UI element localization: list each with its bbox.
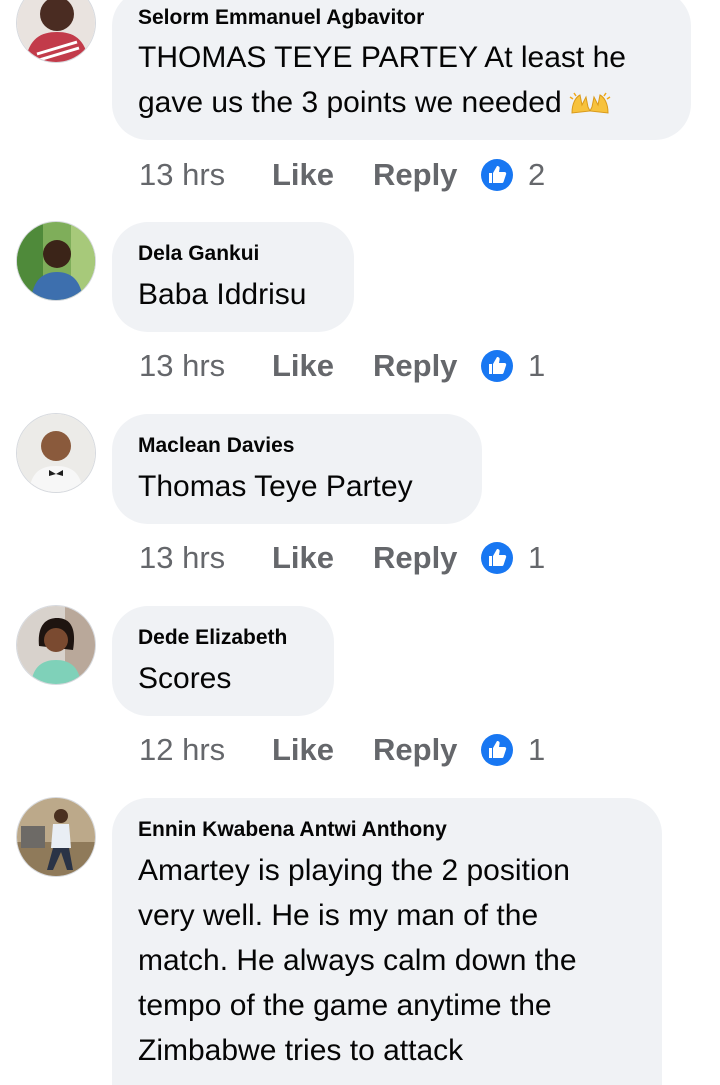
comment-text: Thomas Teye Partey (138, 464, 413, 509)
comment-meta: 13 hrs Like Reply 2 (0, 157, 720, 197)
avatar[interactable] (17, 606, 95, 684)
reaction-count[interactable]: 1 (528, 540, 545, 576)
comment-line: Scores (138, 662, 232, 695)
comment-meta: 12 hrs Like Reply 1 (0, 732, 720, 772)
comment-line: Zimbabwe tries to attack (138, 1034, 464, 1067)
comment-meta: 13 hrs Like Reply 1 (0, 540, 720, 580)
reply-button[interactable]: Reply (373, 540, 457, 576)
comment-bubble: Ennin Kwabena Antwi Anthony Amartey is p… (112, 798, 662, 1085)
comment-meta: 13 hrs Like Reply 1 (0, 348, 720, 388)
comment-line: THOMAS TEYE PARTEY At least he (138, 41, 626, 74)
comment-line-with-emoji: gave us the 3 points we needed (138, 80, 626, 125)
like-button[interactable]: Like (272, 732, 334, 768)
comment-thread: Selorm Emmanuel Agbavitor THOMAS TEYE PA… (0, 0, 720, 1085)
avatar-photo (17, 606, 95, 684)
reply-button[interactable]: Reply (373, 732, 457, 768)
comment-bubble: Dede Elizabeth Scores (112, 606, 334, 716)
comment-line: gave us the 3 points we needed (138, 86, 562, 119)
comment-line: Amartey is playing the 2 position (138, 854, 570, 887)
comment-bubble: Dela Gankui Baba Iddrisu (112, 222, 354, 332)
reply-button[interactable]: Reply (373, 348, 457, 384)
comment-text: THOMAS TEYE PARTEY At least he gave us t… (138, 35, 626, 125)
comment-line: Baba Iddrisu (138, 278, 307, 311)
raising-hands-emoji-icon (569, 92, 611, 114)
like-reaction-icon[interactable] (481, 159, 513, 191)
comment-time[interactable]: 13 hrs (139, 540, 225, 576)
comment-bubble: Selorm Emmanuel Agbavitor THOMAS TEYE PA… (112, 0, 691, 140)
comment-time[interactable]: 13 hrs (139, 157, 225, 193)
avatar[interactable] (17, 414, 95, 492)
like-reaction-icon[interactable] (481, 542, 513, 574)
avatar-photo (17, 0, 95, 62)
comment-author[interactable]: Ennin Kwabena Antwi Anthony (138, 818, 447, 842)
avatar-photo (17, 414, 95, 492)
like-button[interactable]: Like (272, 540, 334, 576)
comment-time[interactable]: 13 hrs (139, 348, 225, 384)
comment-author[interactable]: Maclean Davies (138, 434, 294, 458)
reaction-count[interactable]: 2 (528, 157, 545, 193)
comment-text: Baba Iddrisu (138, 272, 306, 317)
comment-line: very well. He is my man of the (138, 899, 539, 932)
reaction-count[interactable]: 1 (528, 732, 545, 768)
comment-author[interactable]: Dede Elizabeth (138, 626, 287, 650)
comment-text: Scores (138, 656, 231, 701)
comment-author[interactable]: Selorm Emmanuel Agbavitor (138, 6, 424, 30)
comment-text: Amartey is playing the 2 position very w… (138, 848, 577, 1073)
comment-line: match. He always calm down the (138, 944, 577, 977)
avatar[interactable] (17, 798, 95, 876)
avatar[interactable] (17, 0, 95, 62)
avatar[interactable] (17, 222, 95, 300)
comment-line: tempo of the game anytime the (138, 989, 552, 1022)
like-reaction-icon[interactable] (481, 734, 513, 766)
like-reaction-icon[interactable] (481, 350, 513, 382)
avatar-photo (17, 222, 95, 300)
like-button[interactable]: Like (272, 157, 334, 193)
reply-button[interactable]: Reply (373, 157, 457, 193)
comment-line: Thomas Teye Partey (138, 470, 413, 503)
comment-author[interactable]: Dela Gankui (138, 242, 259, 266)
comment-bubble: Maclean Davies Thomas Teye Partey (112, 414, 482, 524)
avatar-photo (17, 798, 95, 876)
like-button[interactable]: Like (272, 348, 334, 384)
comment-time[interactable]: 12 hrs (139, 732, 225, 768)
reaction-count[interactable]: 1 (528, 348, 545, 384)
